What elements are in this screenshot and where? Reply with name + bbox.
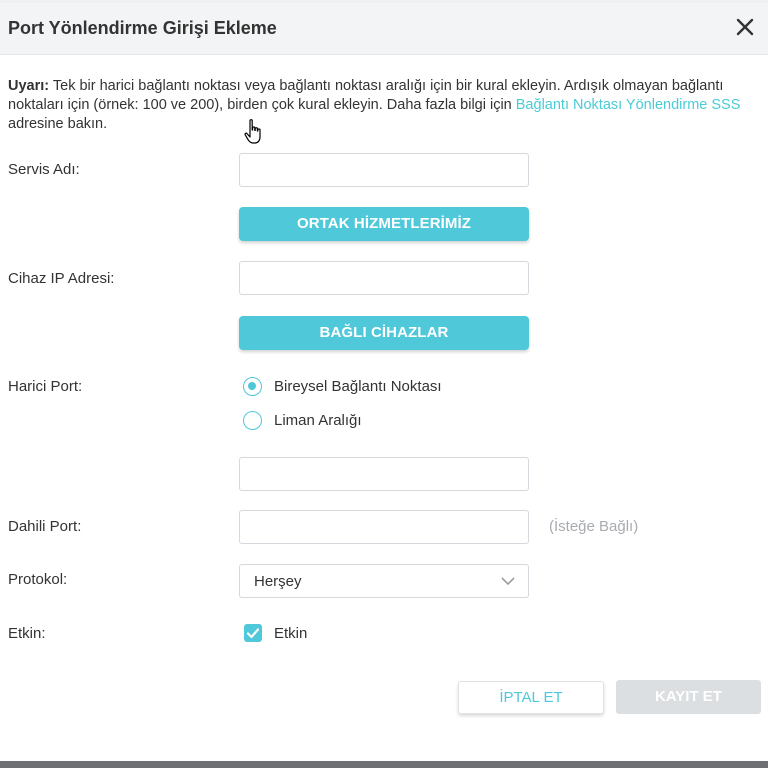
radio-selected-icon[interactable] (243, 376, 262, 396)
save-button[interactable]: KAYIT ET (616, 680, 761, 714)
protocol-selected-value: Herşey (254, 573, 302, 590)
dialog-header: Port Yönlendirme Girişi Ekleme (0, 3, 768, 55)
checkbox-checked-icon[interactable] (244, 624, 262, 642)
hand-pointer-icon (244, 119, 261, 144)
enabled-checkbox-row[interactable]: Etkin (244, 623, 307, 643)
optional-hint: (İsteğe Bağlı) (549, 518, 639, 535)
dialog-title: Port Yönlendirme Girişi Ekleme (8, 18, 277, 38)
device-ip-label: Cihaz IP Adresi: (8, 270, 115, 287)
protocol-select[interactable]: Herşey (239, 564, 529, 598)
faq-link[interactable]: Bağlantı Noktası Yönlendirme SSS (516, 97, 741, 113)
external-port-input[interactable] (239, 457, 529, 491)
device-ip-input[interactable] (239, 261, 529, 295)
window-bottom-edge (0, 761, 768, 768)
protocol-label: Protokol: (8, 571, 68, 588)
checkmark-icon (246, 628, 260, 639)
radio-unselected-icon[interactable] (243, 410, 262, 430)
common-services-button[interactable]: ORTAK HİZMETLERİMİZ (239, 207, 529, 241)
radio-port-range[interactable]: Liman Aralığı (243, 409, 362, 431)
enabled-label: Etkin: (8, 625, 46, 642)
close-icon[interactable] (734, 16, 756, 38)
chevron-down-icon (501, 577, 515, 586)
service-name-input[interactable] (239, 153, 529, 187)
warning-text: Uyarı: Tek bir harici bağlantı noktası v… (8, 77, 756, 134)
internal-port-label: Dahili Port: (8, 518, 82, 535)
warning-suffix: adresine bakın. (8, 116, 108, 132)
external-port-label: Harici Port: (8, 378, 83, 395)
service-name-label: Servis Adı: (8, 161, 80, 178)
connected-devices-button[interactable]: BAĞLI CİHAZLAR (239, 316, 529, 350)
radio-port-range-label: Liman Aralığı (274, 411, 362, 429)
warning-label: Uyarı: (8, 78, 50, 94)
cancel-button[interactable]: İPTAL ET (458, 681, 604, 714)
radio-single-port[interactable]: Bireysel Bağlantı Noktası (243, 375, 442, 397)
radio-single-port-label: Bireysel Bağlantı Noktası (274, 377, 442, 395)
enabled-checkbox-label: Etkin (274, 624, 308, 642)
internal-port-input[interactable] (239, 510, 529, 544)
